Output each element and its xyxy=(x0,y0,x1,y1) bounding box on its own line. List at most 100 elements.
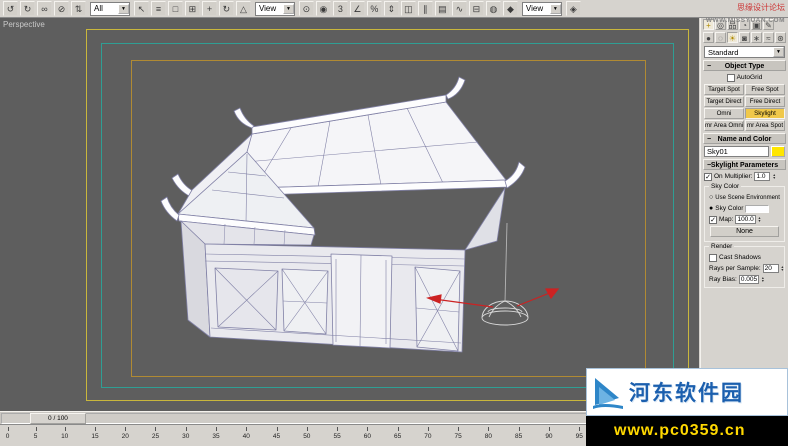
use-scene-environment-radio[interactable]: ○ xyxy=(709,194,713,202)
frame-tick: 0 xyxy=(5,426,10,440)
helpers-category-icon[interactable]: ∗ xyxy=(751,32,762,43)
rays-per-sample-field[interactable]: 20 xyxy=(763,264,779,273)
object-name-input[interactable]: Sky01 xyxy=(704,146,769,157)
frame-tick: 80 xyxy=(485,426,492,440)
frame-tick: 95 xyxy=(576,426,583,440)
angle-snap-icon[interactable]: ∠ xyxy=(350,1,365,16)
selection-filter-dropdown[interactable]: All xyxy=(90,2,130,16)
free-direct-button[interactable]: Free Direct xyxy=(745,96,785,107)
main-toolbar: ↺↻∞⊘⇅All↖≡□⊞+↻△View⊙◉3∠%⇕◫∥▤∿⊟◍◆View◈ xyxy=(0,0,788,18)
material-editor-icon[interactable]: ◍ xyxy=(486,1,501,16)
target-spot-button[interactable]: Target Spot xyxy=(704,84,744,95)
mr-area-omni-button[interactable]: mr Area Omni xyxy=(704,120,744,131)
percent-snap-icon[interactable]: % xyxy=(367,1,382,16)
sky-color-swatch[interactable] xyxy=(745,205,769,213)
reference-coordinate-dropdown[interactable]: View xyxy=(255,2,295,16)
time-slider-button[interactable]: 0 / 100 xyxy=(30,413,86,424)
pc0359-logo-icon xyxy=(591,373,625,411)
select-object-icon[interactable]: ↖ xyxy=(134,1,149,16)
multiplier-spinner[interactable] xyxy=(772,174,779,180)
frame-tick: 90 xyxy=(545,426,552,440)
cameras-category-icon[interactable]: ◙ xyxy=(739,32,750,43)
light-class-dropdown[interactable]: Standard xyxy=(704,46,785,58)
dropdown-value: View xyxy=(259,4,281,13)
scene-geometry xyxy=(0,18,699,411)
ray-bias-label: Ray Bias: xyxy=(709,276,737,283)
object-color-swatch[interactable] xyxy=(771,146,785,157)
render-group: Render Cast Shadows Rays per Sample: 20 … xyxy=(704,246,785,288)
target-direct-button[interactable]: Target Direct xyxy=(704,96,744,107)
systems-category-icon[interactable]: ⊛ xyxy=(775,32,786,43)
frame-tick: 65 xyxy=(394,426,401,440)
redo-icon[interactable]: ↻ xyxy=(20,1,35,16)
rectangular-selection-region-icon[interactable]: □ xyxy=(168,1,183,16)
render-scene-icon[interactable]: ◆ xyxy=(503,1,518,16)
use-scene-environment-label: Use Scene Environment xyxy=(715,195,780,201)
select-by-name-icon[interactable]: ≡ xyxy=(151,1,166,16)
multiplier-field[interactable]: 1.0 xyxy=(754,172,770,181)
quick-render-icon[interactable]: ◈ xyxy=(566,1,581,16)
ray-bias-field[interactable]: 0.005 xyxy=(739,275,759,284)
layer-manager-icon[interactable]: ▤ xyxy=(435,1,450,16)
select-and-rotate-icon[interactable]: ↻ xyxy=(219,1,234,16)
frame-tick: 10 xyxy=(61,426,68,440)
ray-bias-spinner[interactable] xyxy=(761,277,768,283)
bind-to-space-warp-icon[interactable]: ⇅ xyxy=(71,1,86,16)
cast-shadows-label: Cast Shadows xyxy=(719,254,761,261)
lights-category-icon[interactable]: ☀ xyxy=(727,32,738,43)
frame-tick: 5 xyxy=(33,426,38,440)
free-spot-button[interactable]: Free Spot xyxy=(745,84,785,95)
space-warps-category-icon[interactable]: ≈ xyxy=(763,32,774,43)
spinner-snap-icon[interactable]: ⇕ xyxy=(384,1,399,16)
align-icon[interactable]: ∥ xyxy=(418,1,433,16)
map-checkbox[interactable]: ✓ xyxy=(709,216,717,224)
select-and-manipulate-icon[interactable]: ◉ xyxy=(316,1,331,16)
select-and-move-icon[interactable]: + xyxy=(202,1,217,16)
frame-tick: 85 xyxy=(515,426,522,440)
sky-color-radio[interactable]: ● xyxy=(709,205,713,213)
cast-shadows-checkbox[interactable] xyxy=(709,254,717,262)
shapes-category-icon[interactable]: ◌ xyxy=(715,32,726,43)
mirror-icon[interactable]: ◫ xyxy=(401,1,416,16)
mr-area-spot-button[interactable]: mr Area Spot xyxy=(745,120,785,131)
select-and-link-icon[interactable]: ∞ xyxy=(37,1,52,16)
frame-tick: 35 xyxy=(212,426,219,440)
frame-tick: 15 xyxy=(91,426,98,440)
viewport-canvas[interactable]: Perspective xyxy=(0,18,699,411)
autogrid-checkbox[interactable] xyxy=(727,74,735,82)
schematic-view-icon[interactable]: ⊟ xyxy=(469,1,484,16)
select-and-scale-icon[interactable]: △ xyxy=(236,1,251,16)
rays-per-sample-spinner[interactable] xyxy=(781,266,784,272)
curve-editor-icon[interactable]: ∿ xyxy=(452,1,467,16)
map-amount-spinner[interactable] xyxy=(758,217,765,223)
window-crossing-icon[interactable]: ⊞ xyxy=(185,1,200,16)
light-class-value: Standard xyxy=(708,48,773,57)
frame-tick: 50 xyxy=(303,426,310,440)
on-checkbox[interactable]: ✓ xyxy=(704,173,712,181)
multiplier-label: Multiplier: xyxy=(725,173,753,180)
rays-per-sample-label: Rays per Sample: xyxy=(709,265,761,272)
map-amount-field[interactable]: 100.0 xyxy=(735,215,755,224)
dropdown-value: All xyxy=(94,4,116,13)
render-group-title: Render xyxy=(709,243,734,250)
undo-icon[interactable]: ↺ xyxy=(3,1,18,16)
light-category-row: ●◌☀◙∗≈⊛ xyxy=(701,31,788,44)
map-none-button[interactable]: None xyxy=(710,226,779,237)
frame-tick: 30 xyxy=(182,426,189,440)
frame-ruler: 0510152025303540455055606570758085909510… xyxy=(5,426,617,440)
site-logo: 河东软件园 www.pc0359.cn xyxy=(586,368,788,446)
omni-button[interactable]: Omni xyxy=(704,108,744,119)
skylight-button[interactable]: Skylight xyxy=(745,108,785,119)
skylight-parameters-rollout-header[interactable]: Skylight Parameters xyxy=(703,159,786,170)
use-pivot-center-icon[interactable]: ⊙ xyxy=(299,1,314,16)
snap-toggle-3d-icon[interactable]: 3 xyxy=(333,1,348,16)
house-wireframe[interactable] xyxy=(161,77,525,352)
geometry-category-icon[interactable]: ● xyxy=(703,32,714,43)
frame-tick: 45 xyxy=(273,426,280,440)
sky-color-group: Sky Color ○ Use Scene Environment ● Sky … xyxy=(704,186,785,242)
render-type-dropdown[interactable]: View xyxy=(522,2,562,16)
object-type-rollout-header[interactable]: Object Type xyxy=(703,60,786,71)
name-color-rollout-header[interactable]: Name and Color xyxy=(703,133,786,144)
sky-color-label: Sky Color xyxy=(715,205,743,212)
unlink-selection-icon[interactable]: ⊘ xyxy=(54,1,69,16)
